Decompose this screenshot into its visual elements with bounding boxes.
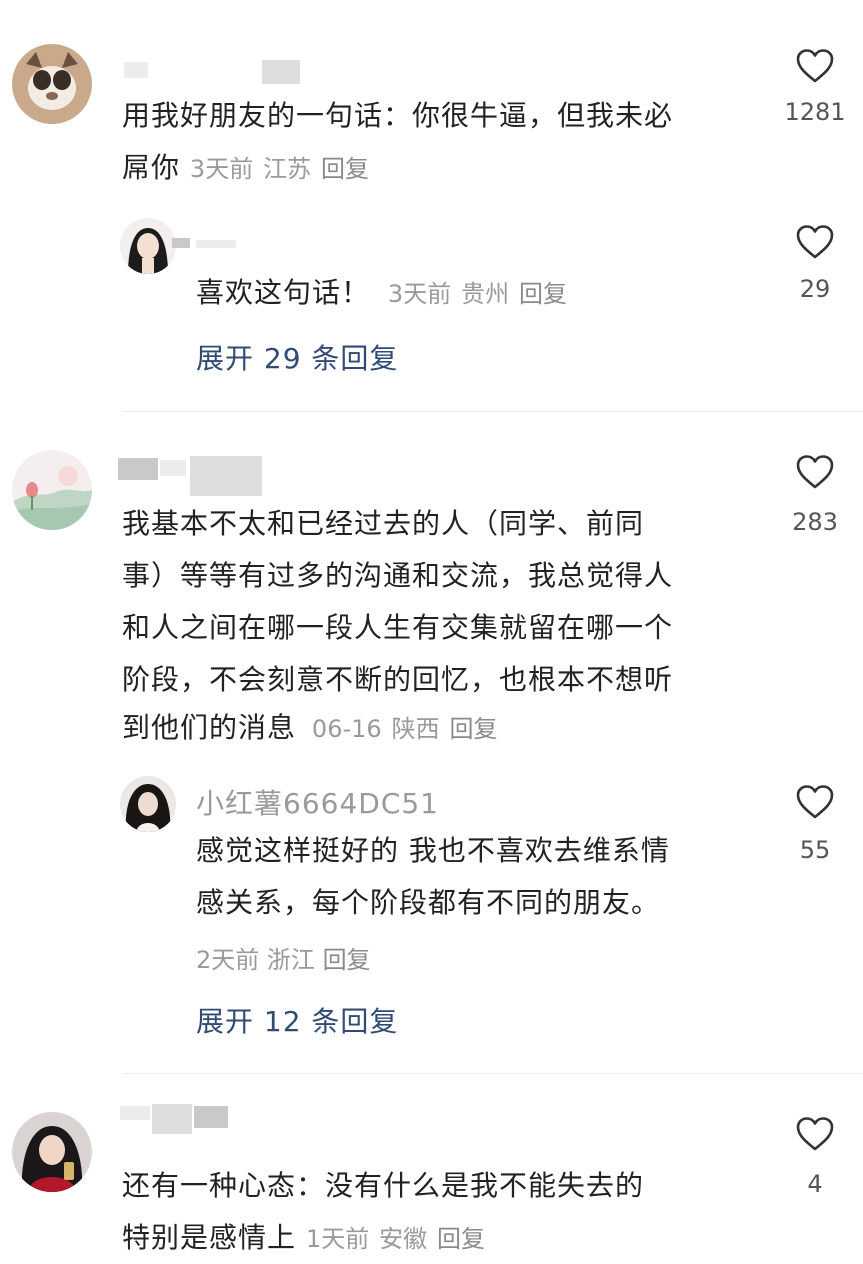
username-blurred [124, 62, 148, 78]
like-count: 1281 [784, 98, 846, 126]
comment-location: 安徽 [379, 1225, 428, 1253]
username-blurred [120, 1106, 150, 1120]
username-blurred [262, 60, 300, 84]
comment-date: 06-16 [311, 715, 382, 743]
expand-replies-link[interactable]: 展开 12 条回复 [196, 1000, 398, 1040]
reply-location: 贵州 [461, 280, 510, 308]
comment-2: 我基本不太和已经过去的人（同学、前同 事）等等有过多的沟通和交流，我总觉得人 和… [0, 412, 863, 1072]
heart-icon[interactable] [795, 48, 835, 84]
comment-text-line: 屌你 3天前 江苏 回复 [122, 143, 369, 194]
like-count: 55 [799, 836, 831, 864]
comment-text-line: 我基本不太和已经过去的人（同学、前同 [122, 507, 645, 540]
reply-meta: 2天前 浙江 回复 [196, 940, 371, 975]
user-avatar[interactable] [12, 1112, 92, 1192]
heart-icon[interactable] [795, 454, 835, 490]
comment-text: 特别是感情上 [122, 1221, 297, 1254]
heart-icon[interactable] [795, 224, 835, 260]
reply-button[interactable]: 回复 [449, 715, 497, 743]
user-avatar[interactable] [12, 44, 92, 124]
comment-1: 用我好朋友的一句话：你很牛逼，但我未必 屌你 3天前 江苏 回复 1281 喜欢… [0, 0, 863, 410]
comment-date: 3天前 [189, 155, 254, 183]
username-blurred [160, 460, 186, 476]
like-count: 29 [799, 275, 831, 303]
comment-text-line: 还有一种心态：没有什么是我不能失去的 [122, 1169, 645, 1202]
reply-text-line: 喜欢这句话！ 3天前 贵州 回复 [196, 268, 567, 319]
reply-button[interactable]: 回复 [323, 946, 371, 974]
comment-text: 屌你 [122, 151, 181, 184]
reply-text-line: 感觉这样挺好的 我也不喜欢去维系情 [196, 834, 670, 867]
user-avatar[interactable] [12, 450, 92, 530]
username-blurred [190, 456, 262, 496]
comment-text-line: 到他们的消息 06-16 陕西 回复 [122, 703, 497, 754]
user-avatar[interactable] [120, 218, 176, 274]
username-blurred [194, 1106, 228, 1128]
reply-button[interactable]: 回复 [437, 1225, 485, 1253]
username-blurred [118, 458, 158, 480]
reply-date: 3天前 [387, 280, 452, 308]
reply-location: 浙江 [266, 946, 315, 974]
comment-text: 到他们的消息 [122, 711, 297, 744]
reply-date: 2天前 [196, 946, 260, 974]
reply-button[interactable]: 回复 [321, 155, 369, 183]
comment-location: 陕西 [391, 715, 440, 743]
comment-text-line: 特别是感情上 1天前 安徽 回复 [122, 1213, 485, 1264]
like-count: 4 [807, 1170, 823, 1198]
reply-button[interactable]: 回复 [519, 280, 567, 308]
reply-username[interactable]: 小红薯6664DC51 [196, 782, 439, 822]
like-count: 283 [792, 508, 838, 536]
comment-text-line: 阶段，不会刻意不断的回忆，也根本不想听 [122, 663, 674, 696]
username-blurred [152, 1104, 192, 1134]
username-blurred [196, 240, 236, 248]
comment-text-line: 和人之间在哪一段人生有交集就留在哪一个 [122, 611, 674, 644]
user-avatar[interactable] [120, 776, 176, 832]
expand-replies-link[interactable]: 展开 29 条回复 [196, 337, 398, 377]
comment-3: 还有一种心态：没有什么是我不能失去的 特别是感情上 1天前 安徽 回复 4 [0, 1074, 863, 1263]
username-blurred [172, 238, 190, 248]
comment-location: 江苏 [263, 155, 312, 183]
comment-text-line: 事）等等有过多的沟通和交流，我总觉得人 [122, 559, 674, 592]
comment-text-line: 用我好朋友的一句话：你很牛逼，但我未必 [122, 99, 674, 132]
reply-text: 喜欢这句话！ [196, 276, 371, 309]
reply-text-line: 感关系，每个阶段都有不同的朋友。 [196, 886, 661, 919]
heart-icon[interactable] [795, 784, 835, 820]
heart-icon[interactable] [795, 1116, 835, 1152]
comment-date: 1天前 [305, 1225, 370, 1253]
